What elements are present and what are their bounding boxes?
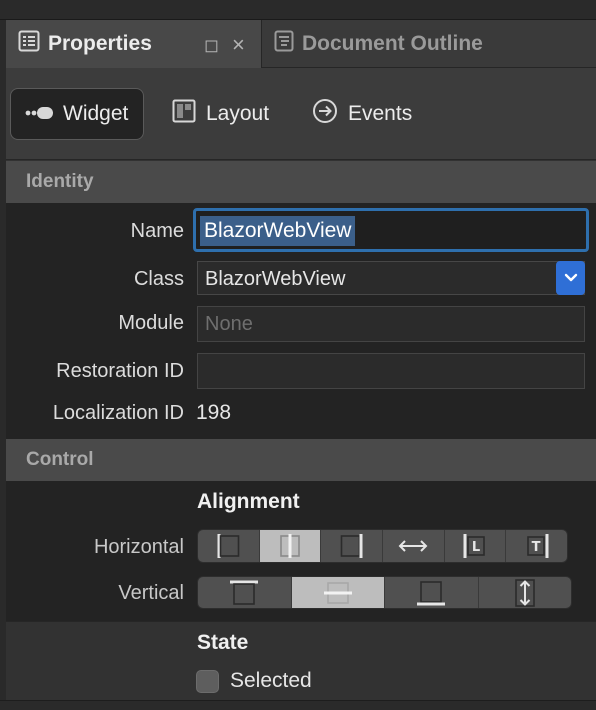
arrow-circle-icon bbox=[312, 98, 348, 130]
align-leading-icon: L bbox=[463, 534, 485, 558]
layout-tab-button[interactable]: Layout bbox=[172, 88, 269, 140]
class-label: Class bbox=[133, 268, 184, 290]
minimize-icon[interactable]: ◻ bbox=[204, 35, 219, 56]
align-trailing-option[interactable]: T bbox=[506, 530, 567, 562]
align-right-option[interactable] bbox=[321, 530, 384, 562]
tab-document-outline-label: Document Outline bbox=[302, 32, 483, 55]
valign-top-icon bbox=[230, 580, 259, 605]
align-center-icon bbox=[280, 534, 300, 558]
valign-bottom-option[interactable] bbox=[385, 577, 479, 608]
layout-tab-label: Layout bbox=[206, 102, 270, 125]
tab-properties-label: Properties bbox=[48, 32, 152, 55]
valign-top-option[interactable] bbox=[198, 577, 292, 608]
window-top-strip bbox=[0, 0, 596, 20]
horizontal-label: Horizontal bbox=[93, 536, 184, 558]
widget-tab-button[interactable]: Widget bbox=[10, 88, 144, 140]
align-fill-option[interactable] bbox=[383, 530, 445, 562]
name-field-value: BlazorWebView bbox=[200, 216, 356, 246]
vertical-fill-icon bbox=[514, 578, 535, 607]
events-tab-label: Events bbox=[348, 102, 413, 125]
localization-id-value: 198 bbox=[196, 401, 232, 424]
valign-center-icon bbox=[323, 581, 352, 604]
localization-id-label: Localization ID bbox=[52, 402, 184, 424]
close-icon[interactable]: × bbox=[232, 32, 245, 58]
align-right-icon bbox=[340, 534, 363, 558]
state-title: State bbox=[197, 631, 249, 654]
outline-doc-icon bbox=[262, 30, 302, 58]
align-center-option[interactable] bbox=[259, 530, 322, 562]
align-trailing-icon: T bbox=[526, 534, 549, 558]
panel-tab-bar: Properties ◻ × Document Outline bbox=[6, 20, 596, 68]
restoration-id-label: Restoration ID bbox=[56, 360, 184, 382]
valign-center-option[interactable] bbox=[291, 577, 385, 608]
identity-section-header: Identity bbox=[6, 161, 596, 203]
restoration-id-field[interactable] bbox=[197, 353, 585, 389]
horizontal-alignment-control: L T bbox=[197, 529, 568, 563]
module-placeholder: None bbox=[205, 313, 253, 335]
align-left-option[interactable] bbox=[198, 530, 260, 562]
vertical-alignment-control bbox=[197, 576, 572, 609]
selected-checkbox-label[interactable]: Selected bbox=[230, 669, 312, 693]
align-leading-option[interactable]: L bbox=[445, 530, 507, 562]
class-dropdown[interactable]: BlazorWebView bbox=[197, 261, 585, 295]
properties-list-icon bbox=[6, 30, 48, 58]
class-dropdown-value: BlazorWebView bbox=[205, 268, 346, 290]
valign-bottom-icon bbox=[417, 580, 446, 605]
panel-bottom-edge bbox=[0, 700, 596, 710]
module-label: Module bbox=[118, 312, 184, 334]
svg-text:L: L bbox=[472, 540, 480, 555]
inspector-switcher: Widget Layout Events bbox=[6, 68, 596, 160]
widget-tab-label: Widget bbox=[63, 102, 129, 125]
events-tab-button[interactable]: Events bbox=[312, 88, 412, 140]
valign-fill-option[interactable] bbox=[479, 577, 572, 608]
alignment-title: Alignment bbox=[197, 490, 300, 513]
svg-text:T: T bbox=[531, 540, 540, 555]
horizontal-fill-icon bbox=[398, 540, 428, 552]
selected-checkbox[interactable] bbox=[196, 670, 219, 693]
tab-document-outline[interactable]: Document Outline bbox=[262, 20, 596, 68]
control-section-header: Control bbox=[6, 439, 596, 481]
name-label: Name bbox=[130, 220, 184, 242]
chevron-down-icon[interactable] bbox=[556, 261, 585, 295]
widget-toggle-icon bbox=[25, 102, 63, 126]
tab-properties[interactable]: Properties ◻ × bbox=[6, 20, 262, 68]
align-left-icon bbox=[217, 534, 240, 558]
module-field[interactable]: None bbox=[197, 306, 585, 342]
vertical-label: Vertical bbox=[118, 582, 184, 604]
layout-panel-icon bbox=[172, 99, 206, 129]
name-field[interactable]: BlazorWebView bbox=[193, 208, 589, 252]
